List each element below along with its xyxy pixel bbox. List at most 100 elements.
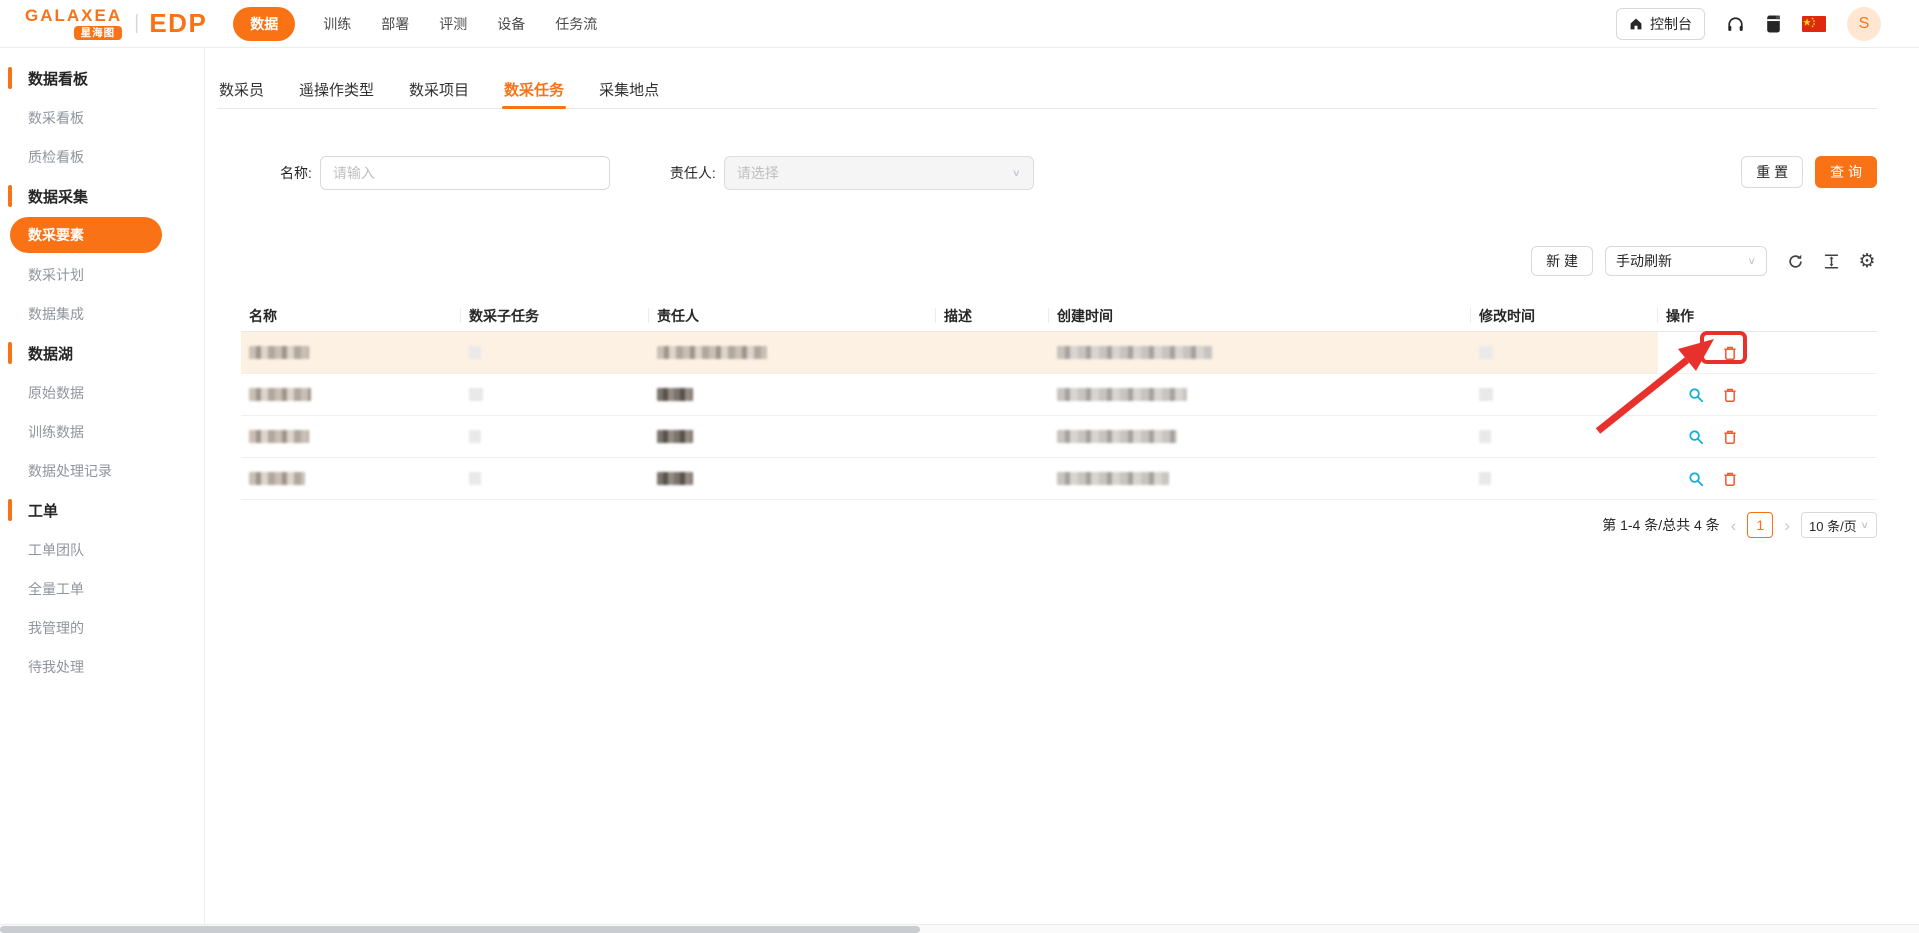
column-header-7: 操作 — [1666, 307, 1694, 324]
table-row-4[interactable] — [241, 458, 1877, 500]
cell-name-row-2 — [241, 374, 461, 415]
sidebar-item-4-2[interactable]: 全量工单 — [0, 569, 204, 608]
tab-bar: 数采员 遥操作类型 数采项目 数采任务 采集地点 — [217, 75, 1877, 109]
column-height-icon[interactable] — [1821, 251, 1841, 271]
tab-5[interactable]: 采集地点 — [597, 75, 661, 108]
delete-icon[interactable] — [1722, 429, 1738, 445]
sidebar-item-1-2[interactable]: 质检看板 — [0, 137, 204, 176]
view-icon[interactable] — [1688, 387, 1704, 403]
view-icon[interactable] — [1688, 345, 1704, 361]
sidebar-group-title-3: 数据湖 — [0, 333, 204, 373]
settings-gear-icon[interactable]: ⚙ — [1857, 251, 1877, 271]
refresh-mode-select[interactable]: 手动刷新 ∨ — [1605, 246, 1767, 276]
sidebar-item-4-4[interactable]: 待我处理 — [0, 647, 204, 686]
reset-button[interactable]: 重 置 — [1741, 156, 1804, 188]
redacted-subtask — [469, 430, 481, 443]
column-header-1: 名称 — [241, 300, 461, 331]
redacted-subtask — [469, 388, 483, 401]
product-name: EDP — [149, 8, 208, 38]
tab-2[interactable]: 遥操作类型 — [297, 75, 376, 108]
sidebar-item-2-3[interactable]: 数据集成 — [0, 294, 204, 333]
sidebar: 数据看板 数采看板 质检看板 数据采集 数采要素 数采计划 数据集成 数据湖 原始数据 训练数据数… — [0, 48, 205, 924]
prev-page-icon[interactable]: ‹ — [1729, 517, 1739, 534]
brand-block: GALAXEA 星海图 — [25, 5, 123, 41]
redacted-modified — [1479, 472, 1491, 485]
cell-desc-row-2 — [936, 374, 1049, 415]
cell-owner-row-4 — [649, 458, 936, 499]
cell-name-row-3 — [241, 416, 461, 457]
redacted-name — [249, 472, 305, 485]
redacted-created — [1057, 472, 1169, 485]
view-icon[interactable] — [1688, 471, 1704, 487]
page-size-select[interactable]: 10 条/页 ∨ — [1801, 512, 1877, 538]
sidebar-item-3-2[interactable]: 训练数据 — [0, 412, 204, 451]
delete-icon[interactable] — [1722, 471, 1738, 487]
new-button[interactable]: 新 建 — [1531, 246, 1593, 276]
console-button[interactable]: 控制台 — [1616, 8, 1705, 40]
app-header: GALAXEA 星海图 | EDP 数据训练部署评测设备任务流 控制台 — [0, 0, 1919, 48]
filter-row: 名称: 责任人: 请选择 ∨ — [280, 156, 1034, 190]
owner-filter-select[interactable]: 请选择 ∨ — [723, 156, 1034, 190]
brand-name: GALAXEA — [25, 5, 123, 25]
cell-owner-row-3 — [649, 416, 936, 457]
view-icon[interactable] — [1688, 429, 1704, 445]
refresh-icon[interactable] — [1785, 251, 1805, 271]
nav-item-4[interactable]: 评测 — [437, 7, 469, 41]
table-row-3[interactable] — [241, 416, 1877, 458]
nav-item-3[interactable]: 部署 — [379, 7, 411, 41]
delete-icon[interactable] — [1722, 345, 1738, 361]
cell-name-row-4 — [241, 458, 461, 499]
sidebar-item-4-3[interactable]: 我管理的 — [0, 608, 204, 647]
nav-item-2[interactable]: 训练 — [321, 7, 353, 41]
page-size-value: 10 条/页 — [1809, 518, 1857, 534]
cell-modified-row-1 — [1471, 332, 1658, 373]
top-nav: 数据 训练 部署 评测 设备 任务流 — [233, 6, 599, 41]
redacted-modified — [1479, 388, 1493, 401]
search-button[interactable]: 查 询 — [1815, 156, 1877, 188]
refresh-mode-value: 手动刷新 — [1616, 253, 1672, 269]
table-row-2[interactable] — [241, 374, 1877, 416]
nav-item-5[interactable]: 设备 — [495, 7, 527, 41]
sidebar-item-2-2[interactable]: 数采计划 — [0, 255, 204, 294]
cell-action-row-2 — [1658, 374, 1876, 415]
sidebar-item-2-1[interactable]: 数采要素 — [10, 217, 162, 253]
toolbar-icons: ⚙ — [1785, 251, 1877, 271]
tab-1[interactable]: 数采员 — [217, 75, 266, 108]
cell-subtask-row-1 — [461, 332, 649, 373]
cell-subtask-row-3 — [461, 416, 649, 457]
redacted-owner — [657, 472, 693, 485]
filter-buttons: 重 置 查 询 — [1741, 156, 1877, 188]
sidebar-item-4-1[interactable]: 工单团队 — [0, 530, 204, 569]
nav-item-1[interactable]: 数据 — [233, 6, 296, 41]
redacted-created — [1057, 430, 1177, 443]
name-filter-input[interactable] — [319, 156, 610, 190]
table-row-1[interactable] — [241, 332, 1877, 374]
next-page-icon[interactable]: › — [1782, 517, 1792, 534]
table-toolbar: 新 建 手动刷新 ∨ ⚙ — [1531, 246, 1877, 276]
logo: GALAXEA 星海图 | EDP — [25, 7, 207, 41]
redacted-name — [249, 388, 311, 401]
table-header-row: 名称 数采子任务 责任人 描述 创建时间 修改时间 操作 — [241, 300, 1877, 332]
cell-owner-row-1 — [649, 332, 936, 373]
sidebar-item-3-1[interactable]: 原始数据 — [0, 373, 204, 412]
tab-3[interactable]: 数采项目 — [407, 75, 471, 108]
page-number-button[interactable]: 1 — [1747, 512, 1774, 538]
cell-created-row-1 — [1049, 332, 1471, 373]
nav-item-6[interactable]: 任务流 — [553, 7, 599, 41]
delete-icon[interactable] — [1722, 387, 1738, 403]
column-header-5: 创建时间 — [1049, 300, 1471, 331]
cell-desc-row-1 — [936, 332, 1049, 373]
column-header-4: 描述 — [936, 300, 1049, 331]
redacted-name — [249, 346, 309, 359]
user-avatar[interactable]: S — [1847, 7, 1881, 41]
language-flag-icon[interactable] — [1802, 16, 1826, 32]
name-filter-label: 名称: — [280, 165, 312, 181]
tab-4[interactable]: 数采任务 — [502, 75, 567, 109]
sidebar-item-1-1[interactable]: 数采看板 — [0, 98, 204, 137]
support-headset-icon[interactable] — [1726, 15, 1745, 34]
cell-modified-row-2 — [1471, 374, 1658, 415]
scrollbar-thumb[interactable] — [0, 926, 920, 933]
docs-book-icon[interactable] — [1766, 15, 1781, 33]
horizontal-scrollbar[interactable] — [0, 924, 1919, 933]
sidebar-item-3-3[interactable]: 数据处理记录 — [0, 451, 204, 490]
